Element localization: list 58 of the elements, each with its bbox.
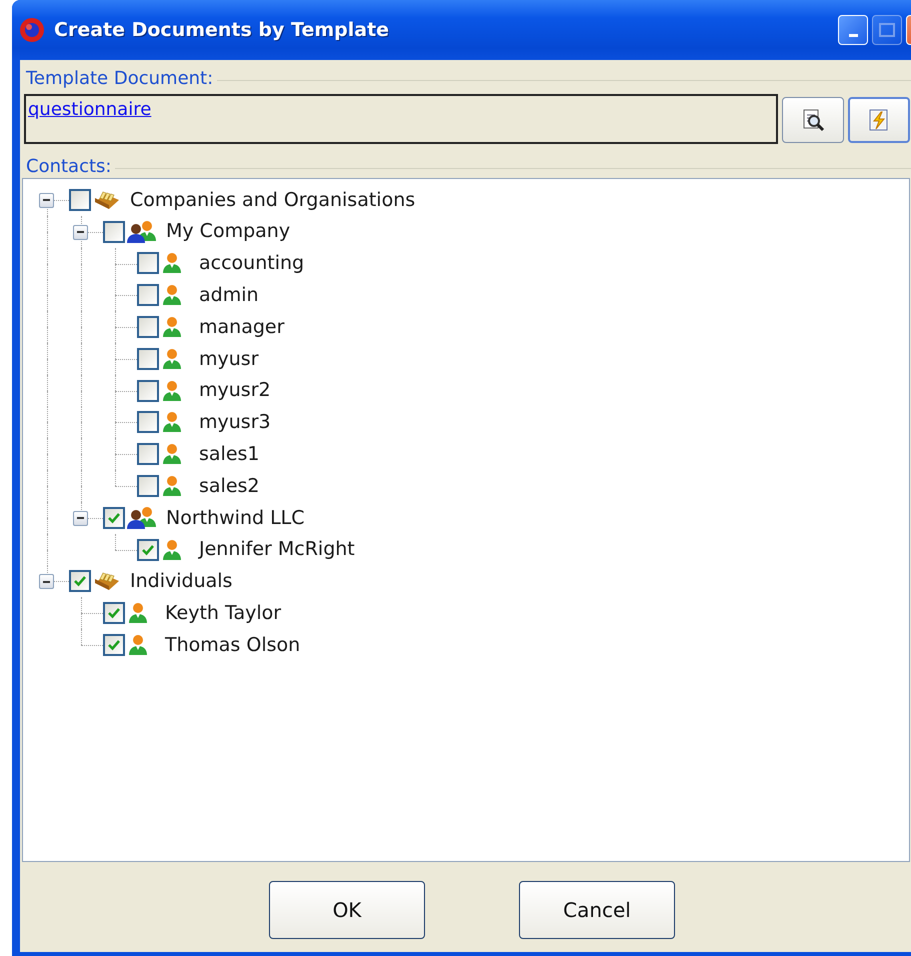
group-label: Template Document: — [26, 68, 214, 90]
checkbox[interactable] — [137, 475, 159, 498]
tree-item-label[interactable]: sales2 — [199, 472, 260, 500]
check-icon — [107, 510, 121, 525]
collapse-toggle[interactable] — [39, 192, 54, 208]
minimize-icon — [848, 34, 858, 36]
tree-item-label[interactable]: Jennifer McRight — [199, 535, 355, 564]
tree-item-label[interactable]: accounting — [199, 249, 304, 278]
maximize-icon — [879, 23, 895, 37]
dialog-button[interactable]: OK — [269, 881, 425, 939]
people-icon — [127, 506, 157, 530]
checkbox[interactable] — [103, 506, 125, 529]
checkbox[interactable] — [69, 188, 91, 211]
tree-item-label[interactable]: My Company — [166, 217, 290, 246]
tree-item-label[interactable]: Keyth Taylor — [165, 599, 282, 628]
tree-item-label[interactable]: Companies and Organisations — [130, 186, 416, 214]
dialog-button[interactable]: Cancel — [519, 881, 675, 939]
collapse-toggle[interactable] — [73, 510, 88, 526]
minus-icon — [43, 199, 50, 202]
template-link[interactable]: questionnaire — [28, 99, 152, 120]
checkbox[interactable] — [137, 348, 159, 370]
minimize-button[interactable] — [838, 15, 868, 45]
check-icon — [73, 574, 87, 588]
tree-item-label[interactable]: myusr — [199, 344, 259, 374]
tree-item-label[interactable]: Northwind LLC — [166, 504, 305, 532]
preview-button[interactable] — [782, 97, 844, 143]
check-icon — [141, 542, 155, 557]
template-field[interactable]: questionnaire — [24, 94, 778, 144]
tree-item-label[interactable]: Thomas Olson — [165, 630, 300, 660]
tree-item-label[interactable]: manager — [199, 312, 284, 342]
check-icon — [107, 606, 121, 620]
app-icon — [18, 16, 46, 44]
collapse-toggle[interactable] — [73, 224, 88, 240]
people-icon — [127, 220, 157, 244]
tree-item-label[interactable]: myusr3 — [199, 408, 271, 437]
checkbox[interactable] — [137, 284, 159, 306]
checkbox[interactable] — [137, 252, 159, 274]
checkbox[interactable] — [137, 380, 159, 402]
tree-item-label[interactable]: sales1 — [199, 440, 260, 469]
group-label: Contacts: — [26, 156, 112, 178]
window-title: Create Documents by Template — [54, 18, 390, 43]
minus-icon — [77, 231, 84, 234]
generate-button[interactable] — [848, 97, 910, 143]
minus-icon — [43, 580, 50, 583]
checkbox[interactable] — [103, 634, 125, 656]
collapse-toggle[interactable] — [39, 574, 54, 590]
tree-item-label[interactable]: admin — [199, 281, 259, 310]
checkbox[interactable] — [69, 570, 91, 592]
tree-item-label[interactable]: Individuals — [130, 567, 232, 596]
checkbox[interactable] — [103, 602, 125, 624]
checkbox[interactable] — [103, 220, 125, 243]
tree-item-label[interactable]: myusr2 — [199, 376, 271, 405]
checkbox[interactable] — [137, 316, 159, 338]
check-icon — [107, 638, 121, 652]
checkbox[interactable] — [137, 538, 159, 561]
minus-icon — [77, 517, 84, 520]
checkbox[interactable] — [137, 443, 159, 466]
checkbox[interactable] — [137, 411, 159, 434]
